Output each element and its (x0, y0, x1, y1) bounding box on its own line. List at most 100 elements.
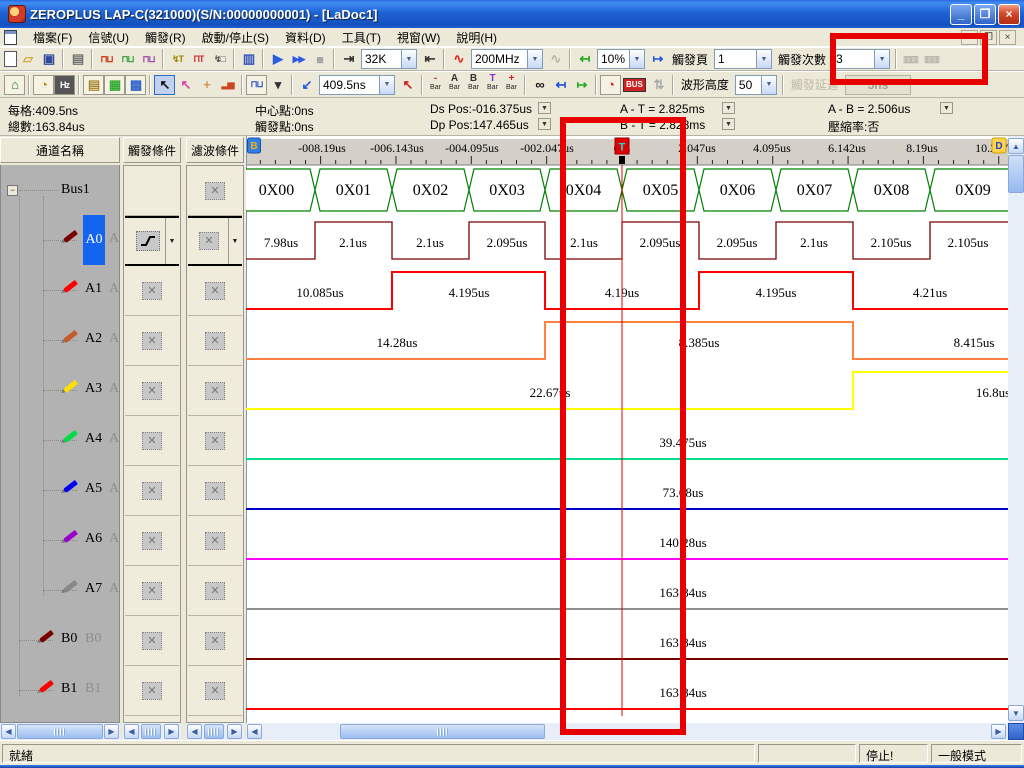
menu-item-3[interactable]: 啟動/停止(S) (194, 27, 277, 48)
channel-label-A4[interactable]: A4 (85, 431, 102, 447)
trigger-cell-B0[interactable]: ✕ (125, 616, 179, 666)
filter-cell-A6[interactable]: ✕ (188, 516, 242, 566)
filter-cell-A3[interactable]: ✕ (188, 366, 242, 416)
filter-cell-A2[interactable]: ✕ (188, 316, 242, 366)
wave-height-input[interactable]: 50▼ (735, 75, 777, 95)
menu-item-0[interactable]: 檔案(F) (25, 27, 80, 48)
b-bar-icon[interactable]: BBar (464, 74, 483, 96)
find-icon[interactable]: ∞ (529, 75, 550, 95)
waveform-canvas[interactable]: -008.19us-006.143us-004.095us-002.047us0… (246, 136, 1008, 723)
trigger-condition-column[interactable]: ▼✕✕✕✕✕✕✕✕✕✕ (123, 165, 181, 723)
bus-edit-icon[interactable]: ⊓⊔ (138, 49, 159, 69)
empty-cell[interactable]: ✕ (188, 716, 242, 723)
ext-clock-icon[interactable]: ∿ (545, 49, 566, 69)
remove-bar-icon[interactable]: -Bar (426, 74, 445, 96)
filter-cell-A0[interactable]: ✕▼ (188, 216, 242, 266)
bus-analysis-icon[interactable]: ▥ (238, 49, 259, 69)
trigger-mark-3-icon[interactable]: ↯□ (209, 49, 230, 69)
channel-tree[interactable]: −Bus1A0A0A1A1A2A2A3A3A4A4A5A5A6A6A7A7B0B… (0, 165, 120, 723)
channel-label-A7[interactable]: A7 (85, 581, 102, 597)
trigger-scroll-thumb[interactable] (141, 724, 161, 739)
trigger-cell-A2[interactable]: ✕ (125, 316, 179, 366)
filter-scroll-thumb[interactable] (204, 724, 224, 739)
time-div-select[interactable]: 409.5ns▼ (319, 75, 395, 95)
bus-name-label[interactable]: Bus1 (61, 182, 90, 198)
a-bar-icon[interactable]: ABar (445, 74, 464, 96)
minimize-button[interactable]: _ (950, 4, 972, 25)
trigger-pos-right-icon[interactable]: ↦ (647, 49, 668, 69)
refresh-time-icon[interactable]: ◔ (600, 75, 621, 95)
prev-edge-icon[interactable]: ↤ (550, 75, 571, 95)
trigger-page-select[interactable]: 1▼ (714, 49, 772, 69)
close-button[interactable]: × (998, 4, 1020, 25)
info-dropdown-4[interactable]: ▼ (940, 102, 953, 114)
filter-cell-B1[interactable]: ✕ (188, 666, 242, 716)
trigger-setup-icon[interactable]: ⊓⊔ (117, 49, 138, 69)
menu-item-7[interactable]: 說明(H) (448, 27, 505, 48)
tree-scroll-left[interactable]: ◀ (1, 724, 16, 739)
vertical-scroll-thumb[interactable] (1008, 155, 1024, 193)
menu-item-6[interactable]: 視窗(W) (389, 27, 448, 48)
channel-label-B0[interactable]: B0 (61, 631, 77, 647)
next-edge-icon[interactable]: ↦ (571, 75, 592, 95)
cell-dropdown[interactable]: ▼ (165, 218, 178, 264)
wave-scroll-left[interactable]: ◀ (247, 724, 262, 739)
trigger-cell-A1[interactable]: ✕ (125, 266, 179, 316)
info-dropdown-1[interactable]: ▼ (538, 118, 551, 130)
statistics-icon[interactable]: ▂▅ (217, 75, 238, 95)
menu-item-5[interactable]: 工具(T) (334, 27, 389, 48)
zoom-to-trigger-icon[interactable]: ↖ (397, 75, 418, 95)
trigger-cell-A0[interactable]: ▼ (125, 216, 179, 266)
filter-scroll-right[interactable]: ▶ (227, 724, 242, 739)
save-icon[interactable]: ▣ (38, 49, 59, 69)
next-memory-icon[interactable]: ⇤ (419, 49, 440, 69)
menu-item-4[interactable]: 資料(D) (277, 27, 334, 48)
sampling-freq-select[interactable]: 200MHz▼ (471, 49, 543, 69)
stack-panel-icon[interactable]: ▥▥ (900, 49, 921, 69)
print-icon[interactable]: ▤ (67, 49, 88, 69)
run-repeat-icon[interactable]: ▶▶ (288, 49, 309, 69)
sample-depth-select[interactable]: 32K▼ (361, 49, 417, 69)
wave-scroll-right[interactable]: ▶ (991, 724, 1006, 739)
waveform-view-icon[interactable]: ▤ (83, 75, 104, 95)
filter-cell-A7[interactable]: ✕ (188, 566, 242, 616)
channel-label-A3[interactable]: A3 (85, 381, 102, 397)
info-dropdown-0[interactable]: ▼ (538, 102, 551, 114)
mdi-close-button[interactable]: × (999, 30, 1016, 45)
open-file-icon[interactable]: ▱ (17, 49, 38, 69)
trigger-mark-1-icon[interactable]: ↯T (167, 49, 188, 69)
home-icon[interactable]: ⌂ (4, 75, 25, 95)
zoom-restore-icon[interactable]: ↙ (296, 75, 317, 95)
sampling-setup-icon[interactable]: ⊓⊔ (96, 49, 117, 69)
clock-icon[interactable]: ◔ (33, 75, 54, 95)
title-bar[interactable]: ZEROPLUS LAP-C(321000)(S/N:00000000001) … (0, 0, 1024, 28)
filter-cell-A5[interactable]: ✕ (188, 466, 242, 516)
t-bar-icon[interactable]: TBar (483, 74, 502, 96)
restore-button[interactable]: ❐ (974, 4, 996, 25)
trigger-scroll-right[interactable]: ▶ (164, 724, 179, 739)
trigger-cell-A4[interactable]: ✕ (125, 416, 179, 466)
navigator-icon[interactable]: ▩ (125, 75, 146, 95)
menu-item-2[interactable]: 觸發(R) (137, 27, 194, 48)
trigger-cell-A7[interactable]: ✕ (125, 566, 179, 616)
channel-label-A0-selected[interactable]: A0 (83, 215, 105, 265)
mdi-restore-button[interactable]: ❐ (980, 30, 997, 45)
trigger-cell-A3[interactable]: ✕ (125, 366, 179, 416)
trigger-mark-2-icon[interactable]: ΠT (188, 49, 209, 69)
hand-tool-icon[interactable]: + (196, 75, 217, 95)
channel-label-A2[interactable]: A2 (85, 331, 102, 347)
tree-scroll-right[interactable]: ▶ (104, 724, 119, 739)
scroll-up-button[interactable]: ▲ (1008, 138, 1024, 154)
trigger-cell-A5[interactable]: ✕ (125, 466, 179, 516)
mdi-minimize-button[interactable]: — (961, 30, 978, 45)
trigger-cell-bus[interactable] (125, 166, 179, 216)
channel-label-A5[interactable]: A5 (85, 481, 102, 497)
trigger-pos-left-icon[interactable]: ↤ (574, 49, 595, 69)
channel-label-A1[interactable]: A1 (85, 281, 102, 297)
menu-item-1[interactable]: 信號(U) (80, 27, 137, 48)
trigger-position-select[interactable]: 10%▼ (597, 49, 645, 69)
prev-memory-icon[interactable]: ⇥ (338, 49, 359, 69)
marker-tool-icon[interactable]: ↖ (175, 75, 196, 95)
filter-scroll-left[interactable]: ◀ (187, 724, 202, 739)
run-icon[interactable]: ▶ (267, 49, 288, 69)
